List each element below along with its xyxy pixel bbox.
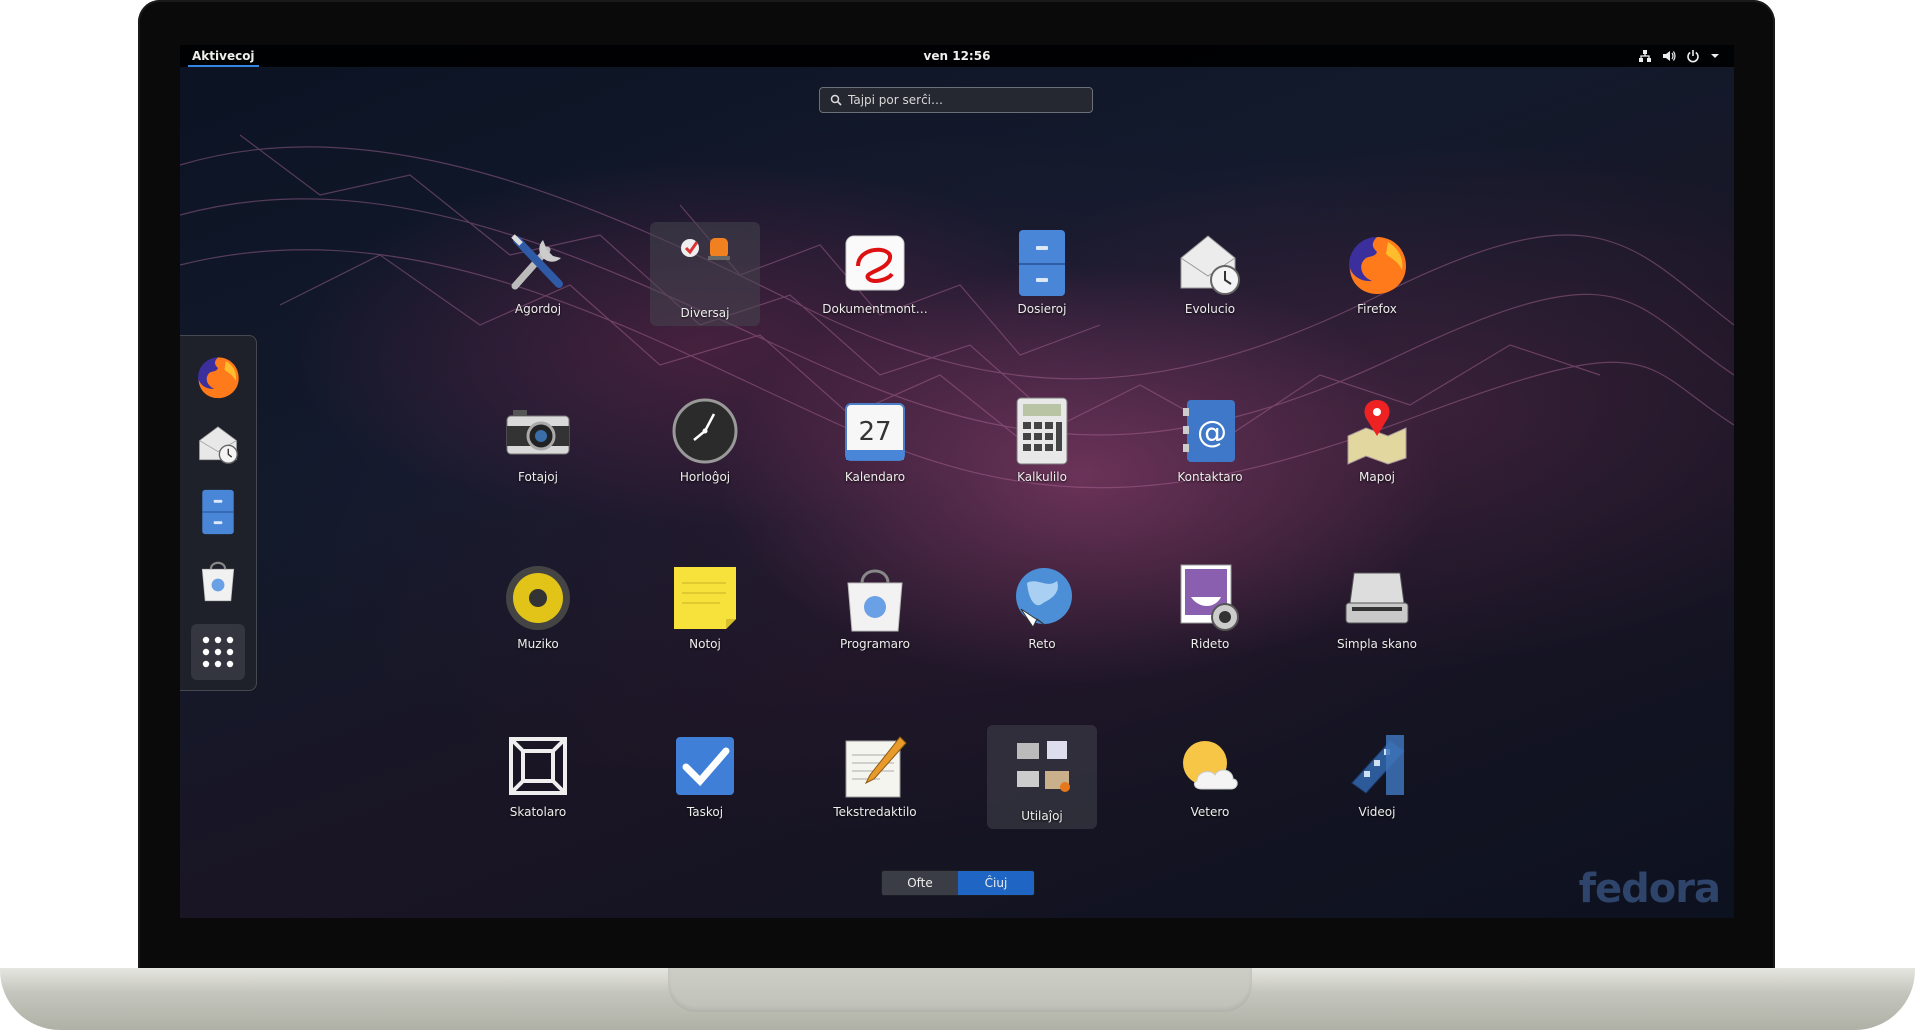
app-calculator[interactable]: Kalkulilo [987, 390, 1097, 494]
app-settings[interactable]: Agordoj [483, 222, 593, 326]
fedora-logo: fedora [1578, 866, 1721, 912]
app-document-viewer[interactable]: Dokumentmont… [820, 222, 930, 326]
tab-all[interactable]: Ĉiuj [958, 871, 1034, 895]
dropdown-arrow-icon [1711, 54, 1719, 58]
power-icon [1687, 50, 1699, 63]
software-icon [847, 569, 903, 632]
scanner-icon [1345, 572, 1409, 624]
app-clocks[interactable]: Horloĝoj [650, 390, 760, 494]
folder-icon [681, 238, 730, 260]
app-photos[interactable]: Fotajoj [483, 390, 593, 494]
cheese-icon [1180, 564, 1239, 631]
search-placeholder: Tajpi por serĉi… [848, 93, 944, 107]
document-viewer-icon [845, 235, 905, 291]
search-entry[interactable]: Tajpi por serĉi… [819, 87, 1093, 113]
app-files[interactable]: Dosieroj [987, 222, 1097, 326]
firefox-icon [1349, 237, 1406, 294]
system-tray[interactable] [1638, 48, 1720, 64]
videos-icon [1351, 735, 1405, 795]
app-evolution[interactable]: Evolucio [1155, 222, 1265, 326]
app-videos[interactable]: Videoj [1322, 725, 1432, 829]
folder-icon [1017, 741, 1070, 792]
app-scanner[interactable]: Simpla skano [1322, 557, 1432, 661]
view-switcher: Ofte Ĉiuj [881, 870, 1035, 896]
tab-frequent[interactable]: Ofte [882, 871, 958, 895]
app-tasks[interactable]: Taskoj [650, 725, 760, 829]
evolution-icon [199, 426, 238, 464]
files-icon [1019, 230, 1065, 296]
weather-icon [1183, 741, 1238, 790]
app-text-editor[interactable]: Tekstredaktilo [820, 725, 930, 829]
top-bar: Aktivecoj ven 12:56 [180, 45, 1734, 67]
app-web[interactable]: Reto [987, 557, 1097, 661]
settings-icon [511, 234, 563, 290]
app-boxes[interactable]: Skatolaro [483, 725, 593, 829]
web-icon [1016, 568, 1072, 628]
maps-icon [1347, 400, 1407, 465]
app-grid-icon [202, 636, 234, 668]
evolution-icon [1180, 235, 1240, 295]
app-music[interactable]: Muziko [483, 557, 593, 661]
network-icon [1639, 50, 1651, 62]
clock-icon [672, 398, 738, 464]
laptop-notch [668, 968, 1252, 1012]
search-icon [830, 94, 842, 106]
contacts-icon: @ [1183, 400, 1235, 462]
app-firefox[interactable]: Firefox [1322, 222, 1432, 326]
dash-item-software[interactable] [191, 552, 245, 608]
app-software[interactable]: Programaro [820, 557, 930, 661]
desktop-screen: Aktivecoj ven 12:56 Tajpi por serĉi… Ago… [180, 45, 1734, 918]
volume-icon [1663, 51, 1676, 61]
activities-button[interactable]: Aktivecoj [188, 45, 259, 67]
tasks-icon [676, 737, 734, 795]
app-cheese[interactable]: Rideto [1155, 557, 1265, 661]
app-maps[interactable]: Mapoj [1322, 390, 1432, 494]
dash-item-show-apps[interactable] [191, 624, 245, 680]
firefox-icon [198, 357, 239, 399]
clock-button[interactable]: ven 12:56 [924, 49, 991, 63]
app-notes[interactable]: Notoj [650, 557, 760, 661]
app-contacts[interactable]: @ Kontaktaro [1155, 390, 1265, 494]
software-icon [201, 561, 235, 602]
dash-item-firefox[interactable] [191, 348, 245, 404]
dash-item-evolution[interactable] [191, 416, 245, 472]
wallpaper-mesh [180, 134, 1734, 489]
app-calendar[interactable]: 27 Kalendaro [820, 390, 930, 494]
svg-text:@: @ [1197, 415, 1227, 450]
camera-icon [506, 410, 570, 455]
dash [180, 335, 257, 691]
app-weather[interactable]: Vetero [1155, 725, 1265, 829]
text-editor-icon [845, 736, 907, 798]
calculator-icon [1016, 397, 1068, 465]
app-folder-utilities[interactable]: Utilaĵoj [987, 725, 1097, 829]
app-folder-diversaj[interactable]: Diversaj [650, 222, 760, 326]
boxes-icon [509, 737, 567, 795]
files-icon [202, 489, 234, 535]
calendar-day: 27 [858, 417, 891, 447]
notes-icon [674, 567, 736, 629]
music-icon [506, 566, 570, 630]
calendar-icon: 27 [845, 403, 905, 461]
dash-item-files[interactable] [191, 484, 245, 540]
